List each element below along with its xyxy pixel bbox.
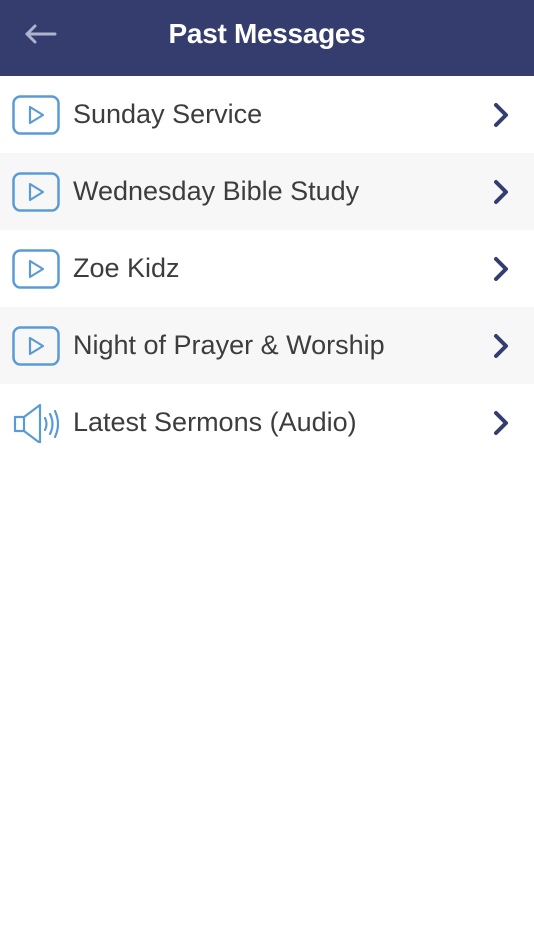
chevron-right-icon	[492, 102, 510, 128]
play-icon	[12, 95, 60, 135]
chevron-right-icon	[492, 179, 510, 205]
play-icon	[12, 172, 60, 212]
list-item-latest-sermons-audio[interactable]: Latest Sermons (Audio)	[0, 384, 534, 461]
list-item-label: Latest Sermons (Audio)	[73, 407, 357, 437]
app-header: Past Messages	[0, 0, 534, 76]
list-item-night-of-prayer[interactable]: Night of Prayer & Worship	[0, 307, 534, 384]
list-item-label: Wednesday Bible Study	[73, 176, 360, 206]
messages-list: Sunday Service Wednesday Bible Study Zoe…	[0, 76, 534, 461]
chevron-right-icon	[492, 333, 510, 359]
chevron-right-icon	[492, 410, 510, 436]
list-item-wednesday-bible-study[interactable]: Wednesday Bible Study	[0, 153, 534, 230]
back-button[interactable]	[24, 14, 80, 54]
list-item-label: Night of Prayer & Worship	[73, 330, 385, 360]
arrow-left-icon	[24, 24, 58, 44]
play-icon	[12, 326, 60, 366]
list-item-label: Zoe Kidz	[73, 253, 180, 283]
list-item-sunday-service[interactable]: Sunday Service	[0, 76, 534, 153]
play-icon	[12, 249, 60, 289]
list-item-zoe-kidz[interactable]: Zoe Kidz	[0, 230, 534, 307]
chevron-right-icon	[492, 256, 510, 282]
list-item-label: Sunday Service	[73, 99, 263, 129]
speaker-icon	[12, 403, 60, 445]
page-title: Past Messages	[168, 18, 366, 49]
app-screen: Past Messages Sunday Service Wednesday B…	[0, 0, 534, 950]
